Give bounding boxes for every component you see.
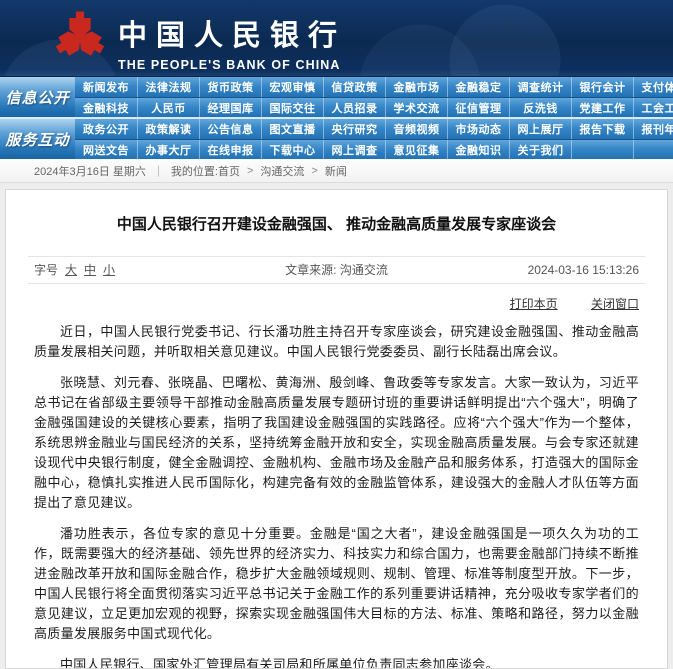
nav-item[interactable]: 银行会计 bbox=[571, 77, 633, 97]
nav-item[interactable]: 央行研究 bbox=[323, 119, 385, 139]
breadcrumb-link-news[interactable]: 新闻 bbox=[325, 163, 347, 179]
nav-item[interactable]: 学术交流 bbox=[385, 98, 447, 117]
current-date: 2024年3月16日 星期六 bbox=[34, 163, 146, 179]
nav-item[interactable]: 政策解读 bbox=[137, 119, 199, 139]
nav-item[interactable]: 调查统计 bbox=[509, 77, 571, 97]
main-navigation: 信息公开 服务互动 新闻发布法律法规货币政策宏观审慎信贷政策金融市场金融稳定调查… bbox=[0, 76, 673, 159]
article-actions: 打印本页 关闭窗口 bbox=[6, 284, 667, 312]
nav-rows-info-disclosure: 新闻发布法律法规货币政策宏观审慎信贷政策金融市场金融稳定调查统计银行会计支付体系… bbox=[75, 77, 673, 119]
nav-row: 政务公开政策解读公告信息图文直播央行研究音频视频市场动态网上展厅报告下载报刊年鉴 bbox=[75, 119, 673, 139]
nav-item[interactable]: 人民币 bbox=[137, 98, 199, 117]
article-paragraph: 潘功胜表示，各位专家的意见十分重要。金融是“国之大者”，建设金融强国是一项久久为… bbox=[34, 524, 639, 644]
article-source: 文章来源: 沟通交流 bbox=[212, 261, 461, 278]
nav-rows-service-interaction: 政务公开政策解读公告信息图文直播央行研究音频视频市场动态网上展厅报告下载报刊年鉴… bbox=[75, 119, 673, 159]
nav-item[interactable]: 法律法规 bbox=[137, 77, 199, 97]
article-body: 近日，中国人民银行党委书记、行长潘功胜主持召开专家座谈会，研究建设金融强国、推动… bbox=[6, 312, 667, 669]
nav-item[interactable]: 报告下载 bbox=[571, 119, 633, 139]
article-paragraph: 近日，中国人民银行党委书记、行长潘功胜主持召开专家座谈会，研究建设金融强国、推动… bbox=[34, 322, 639, 362]
nav-group-service-interaction[interactable]: 服务互动 bbox=[0, 119, 75, 159]
nav-item[interactable]: 办事大厅 bbox=[137, 140, 199, 159]
nav-item-empty bbox=[571, 140, 633, 159]
nav-item[interactable]: 经理国库 bbox=[199, 98, 261, 117]
nav-item[interactable]: 在线申报 bbox=[199, 140, 261, 159]
close-window-button[interactable]: 关闭窗口 bbox=[591, 297, 639, 311]
breadcrumb-link-communication[interactable]: 沟通交流 bbox=[260, 163, 304, 179]
article-paragraph: 中国人民银行、国家外汇管理局有关司局和所属单位负责同志参加座谈会。 bbox=[34, 655, 639, 669]
nav-item[interactable]: 货币政策 bbox=[199, 77, 261, 97]
site-header: 中国人民银行 THE PEOPLE'S BANK OF CHINA bbox=[0, 0, 673, 76]
nav-item[interactable]: 网上调查 bbox=[323, 140, 385, 159]
nav-item[interactable]: 工会工作 bbox=[633, 98, 673, 117]
article-paragraph: 张晓慧、刘元春、张晓晶、巴曙松、黄海洲、殷剑峰、鲁政委等专家发言。大家一致认为，… bbox=[34, 373, 639, 513]
nav-group-labels: 信息公开 服务互动 bbox=[0, 77, 75, 159]
nav-item[interactable]: 国际交往 bbox=[261, 98, 323, 117]
nav-item[interactable]: 报刊年鉴 bbox=[633, 119, 673, 139]
breadcrumb-arrow-icon: > bbox=[311, 165, 317, 177]
breadcrumb: 2024年3月16日 星期六 ｜ 我的位置:首页 > 沟通交流 > 新闻 bbox=[0, 159, 673, 183]
nav-item[interactable]: 图文直播 bbox=[261, 119, 323, 139]
article-title: 中国人民银行召开建设金融强国、 推动金融高质量发展专家座谈会 bbox=[6, 190, 667, 237]
nav-item[interactable]: 金融市场 bbox=[385, 77, 447, 97]
print-page-button[interactable]: 打印本页 bbox=[510, 297, 558, 311]
font-size-medium-button[interactable]: 中 bbox=[84, 261, 96, 278]
nav-item[interactable]: 金融知识 bbox=[447, 140, 509, 159]
nav-row: 金融科技人民币经理国库国际交往人员招录学术交流征信管理反洗钱党建工作工会工作 bbox=[75, 97, 673, 117]
nav-item[interactable]: 下载中心 bbox=[261, 140, 323, 159]
nav-item[interactable]: 金融科技 bbox=[75, 98, 137, 117]
nav-item[interactable]: 征信管理 bbox=[447, 98, 509, 117]
nav-item[interactable]: 公告信息 bbox=[199, 119, 261, 139]
nav-item[interactable]: 党建工作 bbox=[571, 98, 633, 117]
nav-item[interactable]: 网上展厅 bbox=[509, 119, 571, 139]
nav-item[interactable]: 金融稳定 bbox=[447, 77, 509, 97]
nav-row: 网送文告办事大厅在线申报下载中心网上调查意见征集金融知识关于我们 bbox=[75, 139, 673, 159]
font-size-controls: 字号 大 中 小 bbox=[28, 261, 212, 278]
nav-item[interactable]: 意见征集 bbox=[385, 140, 447, 159]
nav-item[interactable]: 政务公开 bbox=[75, 119, 137, 139]
nav-row: 新闻发布法律法规货币政策宏观审慎信贷政策金融市场金融稳定调查统计银行会计支付体系 bbox=[75, 77, 673, 97]
nav-item[interactable]: 新闻发布 bbox=[75, 77, 137, 97]
nav-item[interactable]: 市场动态 bbox=[447, 119, 509, 139]
font-size-small-button[interactable]: 小 bbox=[103, 261, 115, 278]
breadcrumb-arrow-icon: > bbox=[247, 165, 253, 177]
article-panel: 中国人民银行召开建设金融强国、 推动金融高质量发展专家座谈会 字号 大 中 小 … bbox=[5, 189, 668, 669]
nav-item[interactable]: 支付体系 bbox=[633, 77, 673, 97]
location-label: 我的位置: bbox=[171, 163, 218, 179]
nav-group-info-disclosure[interactable]: 信息公开 bbox=[0, 77, 75, 119]
nav-item[interactable]: 音频视频 bbox=[385, 119, 447, 139]
nav-grid: 新闻发布法律法规货币政策宏观审慎信贷政策金融市场金融稳定调查统计银行会计支付体系… bbox=[75, 77, 673, 159]
nav-item[interactable]: 网送文告 bbox=[75, 140, 137, 159]
nav-item[interactable]: 关于我们 bbox=[509, 140, 571, 159]
font-size-large-button[interactable]: 大 bbox=[65, 261, 77, 278]
article-datetime: 2024-03-16 15:13:26 bbox=[461, 263, 645, 277]
breadcrumb-pipe: ｜ bbox=[153, 163, 164, 179]
nav-item[interactable]: 信贷政策 bbox=[323, 77, 385, 97]
article-meta: 字号 大 中 小 文章来源: 沟通交流 2024-03-16 15:13:26 bbox=[28, 257, 645, 284]
pboc-news-page: { "header": { "title_zh": "中国人民银行", "tit… bbox=[0, 0, 673, 597]
breadcrumb-home-link[interactable]: 首页 bbox=[218, 163, 240, 179]
pboc-logo-icon bbox=[52, 8, 108, 71]
nav-item[interactable]: 人员招录 bbox=[323, 98, 385, 117]
site-title-en: THE PEOPLE'S BANK OF CHINA bbox=[118, 58, 346, 72]
font-size-label: 字号 bbox=[34, 261, 58, 278]
nav-item-empty bbox=[633, 140, 673, 159]
site-title-zh: 中国人民银行 bbox=[118, 12, 346, 54]
nav-item[interactable]: 宏观审慎 bbox=[261, 77, 323, 97]
site-brand: 中国人民银行 THE PEOPLE'S BANK OF CHINA bbox=[118, 12, 346, 72]
nav-item[interactable]: 反洗钱 bbox=[509, 98, 571, 117]
